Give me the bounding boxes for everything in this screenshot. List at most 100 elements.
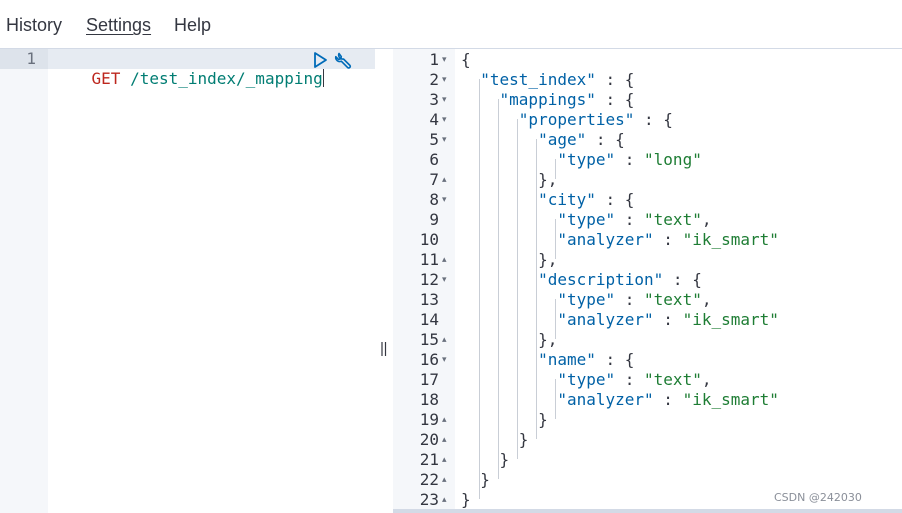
- json-punctuation: [461, 310, 557, 329]
- json-punctuation: [461, 130, 538, 149]
- response-viewer[interactable]: 1 ▾{2 ▾ "test_index" : {3 ▾ "mappings" : {4…: [393, 49, 902, 513]
- json-punctuation: :: [615, 150, 645, 169]
- line-number: 8: [429, 190, 439, 209]
- fold-toggle-icon[interactable]: ▾: [442, 110, 452, 130]
- request-method: GET: [91, 69, 121, 88]
- json-key: "type": [557, 150, 616, 169]
- json-punctuation: [461, 190, 538, 209]
- json-punctuation: [461, 270, 538, 289]
- json-key: "type": [557, 370, 616, 389]
- line-number: 23: [419, 490, 439, 509]
- json-key: "city": [538, 190, 596, 209]
- line-number: 16: [419, 350, 439, 369]
- json-key: "description": [538, 270, 664, 289]
- resize-handle-icon[interactable]: [380, 340, 388, 358]
- play-triangle-icon[interactable]: [310, 50, 332, 70]
- line-number: 19: [419, 410, 439, 429]
- json-key: "age": [538, 130, 587, 149]
- json-punctuation: ,: [701, 370, 712, 389]
- request-editor[interactable]: 1 GET /test_index/_mapping: [0, 49, 375, 513]
- code-text: },: [461, 330, 557, 350]
- json-key: "analyzer": [557, 390, 654, 409]
- code-text: "description" : {: [461, 270, 702, 290]
- json-punctuation: }: [461, 430, 529, 449]
- fold-toggle-icon[interactable]: ▾: [442, 190, 452, 210]
- code-line: 5 ▾ "age" : {: [393, 130, 902, 150]
- fold-toggle-icon[interactable]: ▾: [442, 270, 452, 290]
- line-number: 14: [419, 310, 439, 329]
- code-line: 15 ▴ },: [393, 330, 902, 350]
- nav-history-link[interactable]: History: [6, 14, 62, 36]
- code-line: 10 "analyzer" : "ik_smart": [393, 230, 902, 250]
- line-number: 11: [419, 250, 439, 269]
- code-text: "type" : "text",: [461, 290, 711, 310]
- unfold-toggle-icon[interactable]: ▴: [442, 470, 452, 490]
- code-line: 14 "analyzer" : "ik_smart": [393, 310, 902, 330]
- unfold-toggle-icon[interactable]: ▴: [442, 170, 452, 190]
- code-line: 2 ▾ "test_index" : {: [393, 70, 902, 90]
- unfold-toggle-icon[interactable]: ▴: [442, 450, 452, 470]
- fold-toggle-icon[interactable]: ▾: [442, 130, 452, 150]
- json-punctuation: }: [461, 450, 510, 469]
- json-key: "properties": [518, 110, 635, 129]
- line-number: 20: [419, 430, 439, 449]
- json-string: "ik_smart": [682, 230, 779, 249]
- json-string: "ik_smart": [682, 390, 779, 409]
- json-punctuation: ,: [701, 210, 712, 229]
- line-number: 15: [419, 330, 439, 349]
- code-text: "type" : "text",: [461, 370, 711, 390]
- fold-toggle-icon[interactable]: ▾: [442, 350, 452, 370]
- unfold-toggle-icon[interactable]: ▴: [442, 430, 452, 450]
- line-number: 6: [429, 150, 439, 169]
- code-text: "analyzer" : "ik_smart": [461, 310, 779, 330]
- fold-toggle-icon[interactable]: ▾: [442, 50, 452, 70]
- line-number: 4: [429, 110, 439, 129]
- line-number: 2: [429, 70, 439, 89]
- scrollbar-track[interactable]: [393, 509, 902, 513]
- code-line: 3 ▾ "mappings" : {: [393, 90, 902, 110]
- json-punctuation: : {: [595, 190, 635, 209]
- code-line: 12 ▾ "description" : {: [393, 270, 902, 290]
- request-gutter: [0, 49, 48, 513]
- json-key: "analyzer": [557, 310, 654, 329]
- code-text: "city" : {: [461, 190, 634, 210]
- json-punctuation: : {: [586, 130, 625, 149]
- request-line-number: 1: [26, 49, 36, 68]
- json-punctuation: [461, 370, 557, 389]
- nav-help-link[interactable]: Help: [174, 14, 211, 36]
- fold-toggle-icon[interactable]: ▾: [442, 90, 452, 110]
- json-string: "text": [644, 290, 702, 309]
- code-line: 19 ▴ }: [393, 410, 902, 430]
- wrench-icon[interactable]: [333, 50, 355, 70]
- unfold-toggle-icon[interactable]: ▴: [442, 250, 452, 270]
- json-key: "name": [538, 350, 596, 369]
- json-punctuation: [461, 110, 519, 129]
- line-number: 18: [419, 390, 439, 409]
- request-line[interactable]: GET /test_index/_mapping: [53, 49, 324, 109]
- json-punctuation: [461, 150, 557, 169]
- unfold-toggle-icon[interactable]: ▴: [442, 490, 452, 510]
- unfold-toggle-icon[interactable]: ▴: [442, 410, 452, 430]
- unfold-toggle-icon[interactable]: ▴: [442, 330, 452, 350]
- json-punctuation: }: [461, 470, 490, 489]
- code-line: 6 "type" : "long": [393, 150, 902, 170]
- code-text: }: [461, 470, 490, 490]
- code-line: 20 ▴ }: [393, 430, 902, 450]
- pane-divider[interactable]: [375, 49, 393, 513]
- json-key: "analyzer": [557, 230, 654, 249]
- fold-toggle-icon[interactable]: ▾: [442, 70, 452, 90]
- code-line: 11 ▴ },: [393, 250, 902, 270]
- json-punctuation: }: [461, 410, 548, 429]
- json-punctuation: [461, 350, 538, 369]
- code-line: 16 ▾ "name" : {: [393, 350, 902, 370]
- json-key: "type": [557, 210, 616, 229]
- request-path: /test_index/_mapping: [130, 69, 323, 88]
- line-number: 21: [419, 450, 439, 469]
- code-text: "mappings" : {: [461, 90, 635, 110]
- watermark: CSDN @242030: [774, 491, 862, 504]
- json-punctuation: :: [615, 290, 645, 309]
- json-string: "long": [644, 150, 702, 169]
- code-text: "analyzer" : "ik_smart": [461, 390, 779, 410]
- nav-settings-link[interactable]: Settings: [86, 14, 151, 36]
- code-text: "type" : "long": [461, 150, 702, 170]
